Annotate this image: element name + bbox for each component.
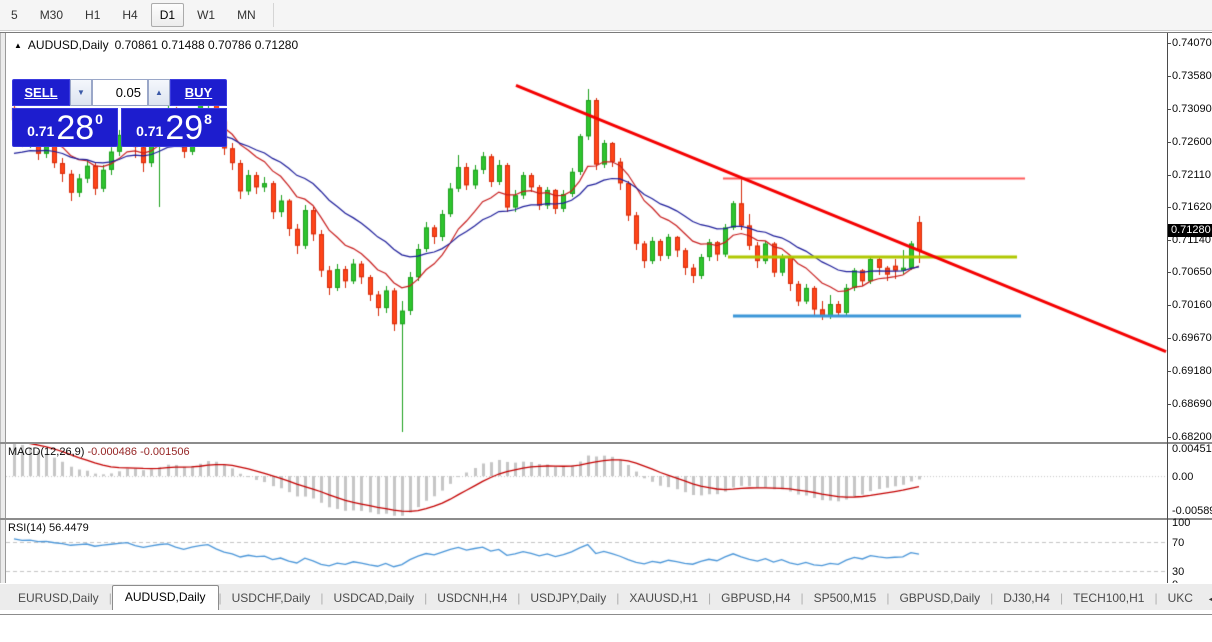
arrow-down-icon: ▼ [77,88,85,97]
price-axis-tickmark [1167,141,1171,143]
macd-values: -0.000486 -0.001506 [87,446,190,458]
price-axis-tick: 0.72600 [1172,135,1212,148]
buy-price-display[interactable]: 0.71 29 8 [121,108,227,147]
one-click-trade-panel: SELL ▼ 0.05 ▲ BUY 0.71 28 0 0.71 29 8 [12,79,227,147]
panel-separator-macd[interactable] [0,442,1212,444]
volume-increase-button[interactable]: ▲ [148,79,170,106]
price-axis-tick: 0.73090 [1172,102,1212,115]
buy-price-pipette: 8 [204,111,212,127]
sell-price-display[interactable]: 0.71 28 0 [12,108,118,147]
macd-axis-tick: 0.004517 [1172,443,1212,455]
price-axis-tickmark [1167,338,1171,340]
timeframe-button-w1[interactable]: W1 [188,3,224,27]
timeframe-button-5[interactable]: 5 [2,3,27,27]
window-left-border [0,33,6,595]
timeframe-button-d1[interactable]: D1 [150,3,185,27]
chart-tab-usdcnh-h4[interactable]: USDCNH,H4 [427,587,517,610]
tab-scroll-left-button[interactable]: ◄ [1203,588,1212,610]
price-axis-tick: 0.74070 [1172,36,1212,49]
price-axis-tick: 0.70650 [1172,266,1212,279]
timeframe-toolbar: 5 M30 H1 H4 D1 W1 MN [0,0,1212,31]
current-price-tag: 0.71280 [1168,224,1212,238]
price-axis-tickmark [1167,436,1171,438]
price-axis-tick: 0.68200 [1172,430,1212,443]
price-axis-tick: 0.69180 [1172,365,1212,378]
chart-tab-dj30-h4[interactable]: DJ30,H4 [993,587,1060,610]
timeframe-button-h4[interactable]: H4 [113,3,146,27]
chart-tab-eurusd-daily[interactable]: EURUSD,Daily [8,587,109,610]
trading-platform-window: { "toolbar": { "timeframes": ["5", "M30"… [0,0,1212,642]
arrow-up-icon: ▲ [155,88,163,97]
macd-label: MACD(12,26,9) -0.000486 -0.001506 [8,446,190,458]
price-axis-tickmark [1167,108,1171,110]
price-axis-tick: 0.70160 [1172,299,1212,312]
buy-button[interactable]: BUY [170,79,227,106]
volume-input[interactable]: 0.05 [92,79,148,106]
chart-tab-gbpusd-daily[interactable]: GBPUSD,Daily [889,587,990,610]
rsi-label: RSI(14) 56.4479 [8,522,89,534]
price-axis-tick: 0.69670 [1172,332,1212,345]
timeframe-button-m30[interactable]: M30 [31,3,72,27]
timeframe-button-mn[interactable]: MN [228,3,265,27]
chart-tab-usdcad-daily[interactable]: USDCAD,Daily [323,587,424,610]
sell-price-prefix: 0.71 [27,123,55,139]
timeframe-button-h1[interactable]: H1 [76,3,109,27]
price-axis-tickmark [1167,239,1171,241]
chart-tab-tech100-h1[interactable]: TECH100,H1 [1063,587,1154,610]
chart-tab-ukc[interactable]: UKC [1158,587,1203,610]
price-axis-tickmark [1167,305,1171,307]
price-axis-tickmark [1167,207,1171,209]
price-axis-tickmark [1167,272,1171,274]
rsi-axis-tick: 30 [1172,566,1185,579]
price-axis-tickmark [1167,404,1171,406]
rsi-axis-tick: 100 [1172,517,1191,529]
price-axis-tickmark [1167,42,1171,44]
toolbar-separator [272,3,274,27]
chart-symbol-label: AUDUSD,Daily [27,38,109,52]
chart-tab-bar: EURUSD,Daily | AUDUSD,Daily | USDCHF,Daily | U… [0,583,1212,610]
volume-decrease-button[interactable]: ▼ [70,79,92,106]
price-axis-tickmark [1167,174,1171,176]
macd-axis-tick: 0.00 [1172,471,1194,484]
chart-window-icon[interactable]: ▲ [14,41,22,50]
chart-tab-audusd-daily[interactable]: AUDUSD,Daily [111,585,219,610]
buy-price-big-digits: 29 [165,109,204,147]
chart-ohlc-values: 0.70861 0.71488 0.70786 0.71280 [114,38,299,52]
chart-tab-xauusd-h1[interactable]: XAUUSD,H1 [619,587,708,610]
price-axis-tick: 0.72110 [1172,168,1211,181]
price-axis-line [1167,33,1168,595]
price-axis-tickmark [1167,75,1171,77]
macd-axis-tick: -0.005899 [1172,505,1212,517]
panel-separator-rsi[interactable] [0,518,1212,520]
sell-price-pipette: 0 [95,111,103,127]
rsi-axis-tick: 70 [1172,536,1185,549]
chart-tab-gbpusd-h4[interactable]: GBPUSD,H4 [711,587,800,610]
sell-price-big-digits: 28 [56,109,95,147]
sell-button[interactable]: SELL [12,79,70,106]
chart-tab-usdjpy-daily[interactable]: USDJPY,Daily [520,587,616,610]
chart-window: ▲ AUDUSD,Daily 0.70861 0.71488 0.70786 0… [0,32,1212,615]
chart-tab-sp500-m15[interactable]: SP500,M15 [804,587,887,610]
chart-title: ▲ AUDUSD,Daily 0.70861 0.71488 0.70786 0… [14,38,298,52]
price-axis-tickmark [1167,371,1171,373]
chart-tab-usdchf-daily[interactable]: USDCHF,Daily [222,587,321,610]
price-axis-tick: 0.71620 [1172,201,1212,214]
price-axis-tick: 0.68690 [1172,398,1212,411]
buy-price-prefix: 0.71 [136,123,164,139]
price-axis-tick: 0.73580 [1172,69,1212,82]
